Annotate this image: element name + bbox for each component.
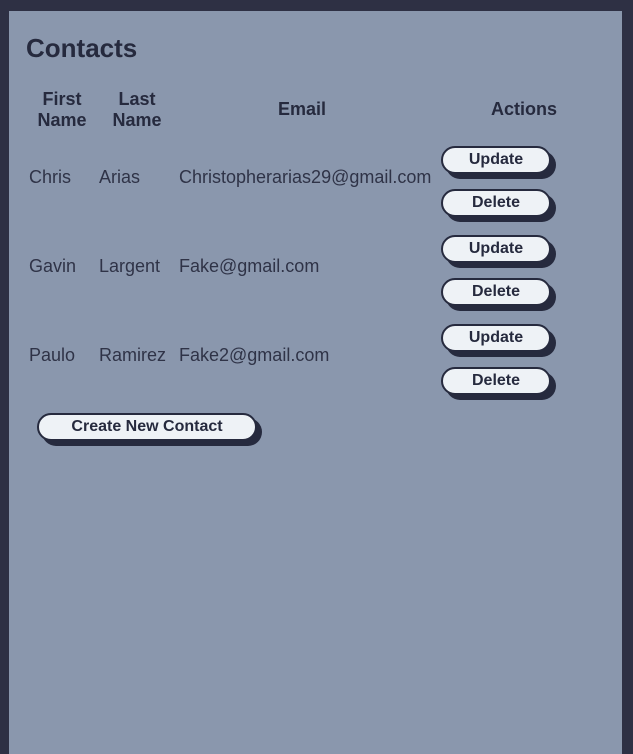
cell-email: Fake@gmail.com	[179, 256, 320, 276]
header-last-name-line2: Name	[112, 110, 162, 130]
cell-email: Christopherarias29@gmail.com	[179, 167, 432, 187]
update-button[interactable]: Update	[441, 146, 551, 174]
delete-button[interactable]: Delete	[441, 367, 551, 395]
header-first-name-line1: First	[42, 89, 82, 109]
header-last-name-line1: Last	[118, 89, 156, 109]
header-last-name: Last Name	[107, 89, 167, 131]
delete-button[interactable]: Delete	[441, 189, 551, 217]
cell-first-name: Gavin	[29, 256, 77, 276]
page-title: Contacts	[26, 33, 138, 63]
cell-last-name: Ramirez	[99, 345, 167, 365]
cell-last-name: Arias	[99, 167, 141, 187]
delete-button[interactable]: Delete	[441, 278, 551, 306]
cell-first-name: Chris	[29, 167, 72, 187]
update-button[interactable]: Update	[441, 235, 551, 263]
header-email: Email	[277, 99, 327, 119]
cell-email: Fake2@gmail.com	[179, 345, 330, 365]
header-actions: Actions	[490, 99, 557, 119]
cell-first-name: Paulo	[29, 345, 76, 365]
contacts-panel: Contacts First Name Last Name Email Acti…	[9, 11, 622, 754]
header-first-name: First Name	[32, 89, 92, 131]
cell-last-name: Largent	[99, 256, 161, 276]
header-first-name-line2: Name	[37, 110, 87, 130]
update-button[interactable]: Update	[441, 324, 551, 352]
create-new-contact-button[interactable]: Create New Contact	[37, 413, 257, 441]
